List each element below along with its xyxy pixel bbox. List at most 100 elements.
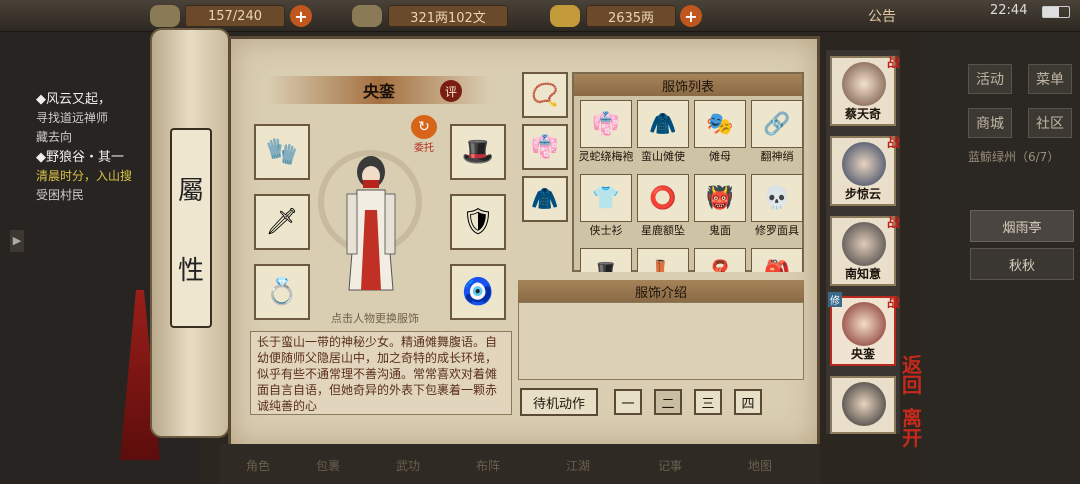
- menu-notes[interactable]: 记事: [640, 450, 700, 480]
- outfit-label: 星鹿额坠: [641, 224, 685, 237]
- battle-badge: 战: [886, 296, 900, 311]
- outfit-label: 蛮山傩使: [641, 150, 685, 163]
- robe-icon: 👘: [531, 134, 559, 160]
- avatar: [842, 222, 886, 266]
- jacket-icon: 🧥: [531, 186, 559, 212]
- action-3-button[interactable]: 三: [694, 389, 722, 415]
- announcement-button[interactable]: 公告: [868, 6, 896, 26]
- change-outfit-hint: 点击人物更换服饰: [331, 312, 419, 325]
- outfit-item[interactable]: 🧣: [692, 248, 748, 272]
- outfit-circlet-icon: ⭕: [637, 174, 689, 222]
- sword-icon: 🗡: [265, 207, 299, 237]
- character-figure[interactable]: [335, 150, 407, 300]
- outfit-item[interactable]: 🔗 翻神绡: [749, 100, 804, 174]
- clock: 22:44: [990, 3, 1028, 18]
- outfit-item[interactable]: 🧥 蛮山傩使: [635, 100, 691, 174]
- outfit-item[interactable]: 🎩: [578, 248, 634, 272]
- rate-button[interactable]: 评: [440, 80, 462, 102]
- party-member-name: 央銮: [850, 347, 875, 361]
- commission-label: 委托: [414, 143, 434, 154]
- outfit-label: 鬼面: [709, 224, 731, 237]
- outfit-label: 侠士衫: [589, 224, 623, 237]
- quest-title: ◆野狼谷・其一: [36, 150, 124, 165]
- community-button[interactable]: 社区: [1028, 108, 1072, 138]
- action-1-button[interactable]: 一: [614, 389, 642, 415]
- menu-jianghu[interactable]: 江湖: [548, 450, 608, 480]
- location-label: 蓝鲸绿州（6/7）: [968, 150, 1060, 164]
- outfit-boots-icon: 👢: [637, 248, 689, 272]
- outfit-item[interactable]: 👘 灵蛇绕梅袍: [578, 100, 634, 174]
- party-member-yangluan[interactable]: 战 修 央銮: [828, 292, 900, 366]
- outfit-item[interactable]: 🎒: [749, 248, 804, 272]
- glove-icon: 🧤: [265, 137, 299, 167]
- tab-yanyuting[interactable]: 烟雨亭: [970, 210, 1074, 242]
- title-char: 性: [177, 255, 204, 286]
- party-member-bujingyun[interactable]: 战 步惊云: [830, 136, 900, 206]
- party-member-name: 蔡天奇: [844, 107, 881, 121]
- outfit-label: 修罗面具: [755, 224, 799, 237]
- action-2-button[interactable]: 二: [654, 389, 682, 415]
- outfit-item[interactable]: 🎭 傩母: [692, 100, 748, 174]
- armor-slot[interactable]: 🛡: [450, 194, 506, 250]
- right-menu-grid: 活动 菜单 商城 社区: [968, 64, 1074, 138]
- back-button[interactable]: 返回: [902, 355, 922, 395]
- character-description: 长于蛮山一带的神秘少女。精通傩舞腹语。自幼便随师父隐居山中，加之奇特的成长环境，…: [250, 331, 512, 415]
- idle-action-label: 待机动作: [520, 388, 598, 416]
- shop-button[interactable]: 商城: [968, 108, 1012, 138]
- glove-slot[interactable]: 🧤: [254, 124, 310, 180]
- menu-bag[interactable]: 包裹: [298, 450, 358, 480]
- avatar: [842, 142, 886, 186]
- category-accessory[interactable]: 📿: [522, 72, 568, 118]
- outfit-coat-icon: 🧥: [637, 100, 689, 148]
- leave-button[interactable]: 离开: [902, 408, 922, 448]
- outfit-item[interactable]: 👢: [635, 248, 691, 272]
- commission-button[interactable]: ↻ 委托: [410, 115, 438, 155]
- battery-icon: [1042, 6, 1070, 18]
- menu-martial[interactable]: 武功: [378, 450, 438, 480]
- outfit-item[interactable]: ⭕ 星鹿额坠: [635, 174, 691, 248]
- weapon-slot[interactable]: 🗡: [254, 194, 310, 250]
- commission-icon: ↻: [411, 115, 437, 139]
- ring-icon: 💍: [265, 277, 299, 307]
- outfit-item[interactable]: 👹 鬼面: [692, 174, 748, 248]
- add-silver-button[interactable]: +: [680, 5, 702, 27]
- outfit-label: 灵蛇绕梅袍: [578, 150, 634, 163]
- outfit-shirt-icon: 👕: [580, 174, 632, 222]
- add-storage-button[interactable]: +: [290, 5, 312, 27]
- quest-item[interactable]: ◆风云又起， 寻找道远禅师 藏去向: [36, 90, 146, 147]
- action-4-button[interactable]: 四: [734, 389, 762, 415]
- expand-arrow-icon[interactable]: ▶: [10, 230, 24, 252]
- quest-desc: 寻找道远禅师: [36, 111, 109, 125]
- outfit-label: 翻神绡: [760, 150, 794, 163]
- storage-icon: [150, 5, 180, 27]
- avatar: [842, 62, 886, 106]
- necklace-icon: 📿: [531, 82, 559, 108]
- amulet-icon: 🧿: [461, 277, 495, 307]
- menu-role[interactable]: 角色: [228, 450, 288, 480]
- avatar: [842, 302, 886, 346]
- battle-badge: 战: [886, 216, 900, 231]
- party-member-slot[interactable]: [830, 376, 896, 434]
- quest-item[interactable]: ◆野狼谷・其一 清晨时分，入山搜 受困村民: [36, 148, 146, 205]
- party-member-nanzhiyi[interactable]: 战 南知意: [830, 216, 900, 286]
- activity-button[interactable]: 活动: [968, 64, 1012, 94]
- avatar: [842, 382, 886, 426]
- amulet-slot[interactable]: 🧿: [450, 264, 506, 320]
- party-member-caitianqi[interactable]: 战 蔡天奇: [830, 56, 900, 126]
- storage-count: 157/240: [185, 5, 285, 27]
- category-jacket[interactable]: 🧥: [522, 176, 568, 222]
- menu-map[interactable]: 地图: [730, 450, 790, 480]
- armor-icon: 🛡: [461, 207, 495, 237]
- outfit-item[interactable]: 💀 修罗面具: [749, 174, 804, 248]
- battle-badge: 战: [886, 56, 900, 71]
- menu-button[interactable]: 菜单: [1028, 64, 1072, 94]
- hat-slot[interactable]: 🎩: [450, 124, 506, 180]
- outfit-ribbon-icon: 🔗: [751, 100, 803, 148]
- outfit-ghost-mask-icon: 👹: [694, 174, 746, 222]
- tab-qiuqiu[interactable]: 秋秋: [970, 248, 1074, 280]
- menu-formation[interactable]: 布阵: [458, 450, 518, 480]
- copper-money: 321两102文: [388, 5, 508, 27]
- outfit-item[interactable]: 👕 侠士衫: [578, 174, 634, 248]
- category-robe[interactable]: 👘: [522, 124, 568, 170]
- quest-desc: 藏去向: [36, 130, 73, 144]
